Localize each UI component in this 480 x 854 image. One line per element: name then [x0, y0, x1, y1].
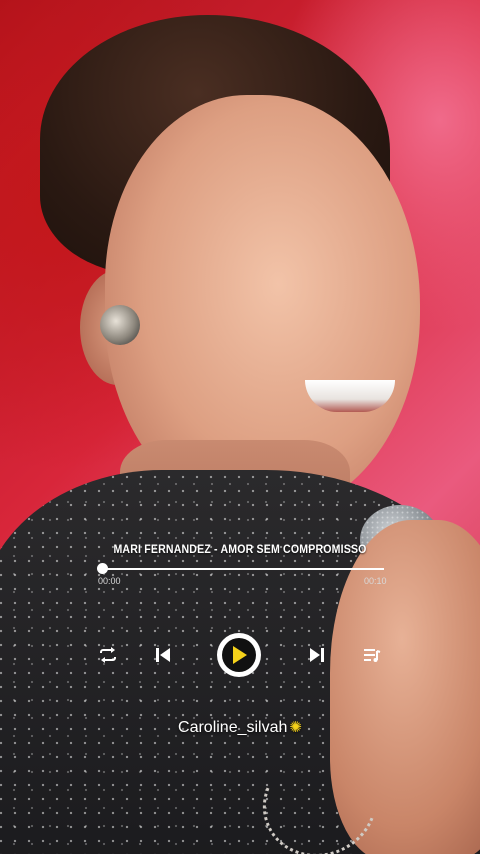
sun-icon: ✺	[289, 719, 302, 736]
time-current: 00:00	[98, 576, 121, 586]
playlist-queue-icon	[364, 649, 381, 662]
skip-previous-icon	[156, 648, 170, 662]
repeat-icon	[100, 647, 116, 663]
next-button[interactable]	[302, 640, 332, 670]
time-total: 00:10	[364, 576, 387, 586]
play-button[interactable]	[217, 633, 261, 677]
skip-next-icon	[310, 648, 324, 662]
queue-button[interactable]	[357, 640, 387, 670]
progress-bar[interactable]	[102, 568, 384, 570]
username-text: Caroline_silvah	[178, 719, 288, 736]
progress-knob[interactable]	[97, 563, 108, 574]
repeat-button[interactable]	[93, 640, 123, 670]
play-button-inner	[222, 638, 256, 672]
username-watermark: Caroline_silvah ✺	[0, 718, 480, 737]
music-player-overlay: MARI FERNANDEZ - AMOR SEM COMPROMISSO 00…	[0, 0, 480, 854]
song-title: MARI FERNANDEZ - AMOR SEM COMPROMISSO	[113, 542, 367, 556]
play-icon	[233, 646, 247, 664]
previous-button[interactable]	[148, 640, 178, 670]
